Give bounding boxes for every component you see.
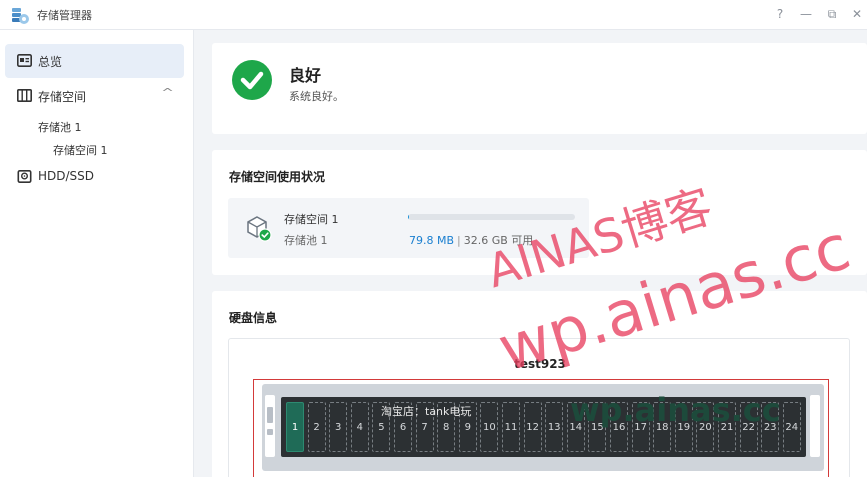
host-name: test923 <box>514 357 566 371</box>
volume-healthy-icon <box>247 216 272 242</box>
drive-bay-empty[interactable]: 16 <box>610 402 628 452</box>
section-title: 硬盘信息 <box>229 311 278 325</box>
drive-bay-empty[interactable]: 21 <box>718 402 736 452</box>
drive-bay-empty[interactable]: 15 <box>588 402 607 452</box>
used-amount: 79.8 MB <box>409 234 455 247</box>
sidebar-item-overview[interactable]: 总览 <box>5 44 184 78</box>
volume-name: 存储空间 1 <box>284 213 339 226</box>
drive-bay-empty[interactable]: 8 <box>437 402 456 452</box>
drive-bay-empty[interactable]: 10 <box>480 402 499 452</box>
status-ok-icon <box>232 60 272 100</box>
storage-volume-icon <box>17 89 32 102</box>
drive-bay-empty[interactable]: 3 <box>329 402 348 452</box>
section-title: 存储空间使用状况 <box>229 170 326 184</box>
usage-text: 79.8 MB | 32.6 GB 可用 <box>409 232 533 248</box>
storage-manager-icon <box>12 8 29 24</box>
available-amount: 32.6 GB 可用 <box>463 234 534 247</box>
usage-progress-bar <box>408 214 575 220</box>
usage-separator: | <box>457 234 461 247</box>
status-subtitle: 系统良好。 <box>289 90 344 103</box>
drive-bay-empty[interactable]: 19 <box>674 402 693 452</box>
drive-bay-empty[interactable]: 23 <box>761 402 780 452</box>
drive-bay-empty[interactable]: 17 <box>631 402 650 452</box>
help-button[interactable]: ? <box>771 5 789 23</box>
close-button[interactable]: ✕ <box>848 5 866 23</box>
sidebar-item-volume[interactable]: 存储空间 1 <box>53 142 108 158</box>
sidebar-item-pool[interactable]: 存储池 1 <box>38 119 82 135</box>
drive-bay-empty[interactable]: 5 <box>372 402 391 452</box>
drive-bay-installed[interactable]: 1 <box>286 402 304 452</box>
drive-bay-empty[interactable]: 18 <box>653 402 672 452</box>
storage-usage-card: 存储空间使用状况 存储空间 1 存储池 1 79.8 MB | 32.6 GB 可用 <box>212 150 867 275</box>
drive-tray: 1 2 3 4 5 6 7 8 9 10 11 12 13 14 15 16 17 18 19 20 21 22 23 24 <box>281 397 806 457</box>
drive-bay-empty[interactable]: 24 <box>782 402 801 452</box>
volume-usage-item[interactable]: 存储空间 1 存储池 1 79.8 MB | 32.6 GB 可用 <box>228 198 589 258</box>
pool-name: 存储池 1 <box>284 234 328 247</box>
sidebar-item-storage[interactable]: 存储空间 ^ <box>5 79 184 113</box>
status-card: 良好 系统良好。 <box>212 43 867 134</box>
chassis-right-ear <box>810 395 820 457</box>
chevron-up-icon[interactable]: ^ <box>161 86 174 99</box>
sidebar-item-label: HDD/SSD <box>38 169 95 183</box>
disk-info-card: 硬盘信息 test923 1 2 3 4 5 6 7 8 9 10 11 12 13 14 15 16 17 18… <box>212 291 867 477</box>
sidebar-item-label: 存储空间 <box>38 90 87 104</box>
chassis-handle <box>267 407 273 423</box>
drive-bay-empty[interactable]: 2 <box>307 402 326 452</box>
drive-bay-empty[interactable]: 14 <box>566 402 585 452</box>
status-title: 良好 <box>289 66 322 85</box>
overview-icon <box>17 54 32 67</box>
disk-panel: test923 1 2 3 4 5 6 7 8 9 10 11 12 13 14 15 16 17 18 19 20 2… <box>228 338 850 477</box>
chassis-led <box>267 429 273 435</box>
title-bar: 存储管理器 ? — ⧉ ✕ <box>0 0 867 30</box>
chassis-left-ear <box>265 395 275 457</box>
drive-bay-empty[interactable]: 20 <box>696 402 715 452</box>
drive-bay-empty[interactable]: 7 <box>415 402 434 452</box>
hard-disk-icon <box>17 170 32 183</box>
sidebar-item-hdd[interactable]: HDD/SSD <box>5 160 184 194</box>
drive-bay-empty[interactable]: 12 <box>523 402 542 452</box>
drive-bay-empty[interactable]: 4 <box>350 402 369 452</box>
drive-bay-empty[interactable]: 11 <box>502 402 520 452</box>
drive-bay-empty[interactable]: 22 <box>739 402 758 452</box>
restore-button[interactable]: ⧉ <box>823 5 841 23</box>
minimize-button[interactable]: — <box>797 5 815 23</box>
disk-chassis: 1 2 3 4 5 6 7 8 9 10 11 12 13 14 15 16 17 18 19 20 21 22 23 24 <box>262 384 824 471</box>
drive-bay-empty[interactable]: 6 <box>394 402 412 452</box>
sidebar: 总览 存储空间 ^ 存储池 1 存储空间 1 HDD/SSD <box>0 30 194 477</box>
drive-bay-empty[interactable]: 9 <box>458 402 477 452</box>
sidebar-item-label: 总览 <box>38 55 63 69</box>
app-title: 存储管理器 <box>37 9 92 22</box>
drive-bay-empty[interactable]: 13 <box>545 402 564 452</box>
